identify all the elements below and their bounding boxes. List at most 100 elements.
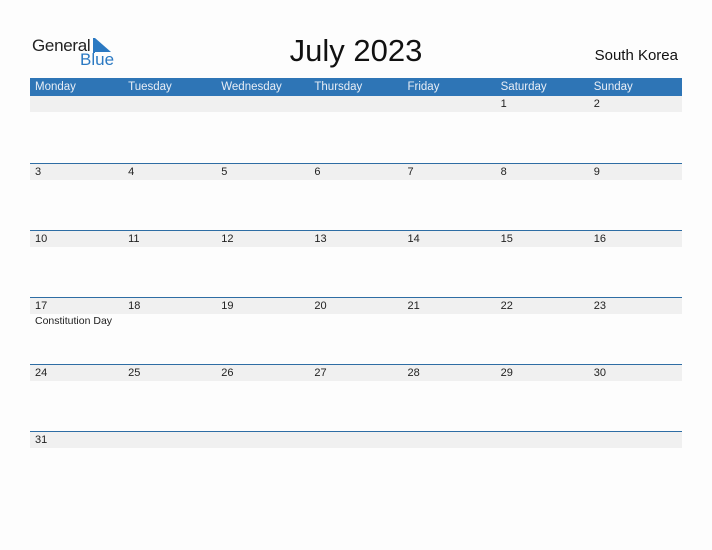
- weekday-sunday: Sunday: [593, 81, 633, 93]
- week-row: 31: [30, 431, 682, 498]
- week-row: 12: [30, 96, 682, 163]
- day-number: 5: [221, 166, 228, 178]
- day-number: 6: [314, 166, 321, 178]
- day-number: 21: [407, 300, 420, 312]
- weekday-header: Monday Tuesday Wednesday Thursday Friday Satu…: [30, 78, 682, 96]
- day-number: 26: [221, 367, 234, 379]
- day-number: [123, 432, 216, 448]
- holiday-label: [216, 112, 309, 113]
- day-number: 12: [221, 233, 234, 245]
- day-number: 8: [500, 166, 507, 178]
- day-number: 18: [128, 300, 141, 312]
- day-number: 28: [407, 367, 420, 379]
- day-number: 1: [500, 98, 507, 110]
- day-number: 17: [35, 300, 48, 312]
- holiday-label: [403, 381, 496, 382]
- holiday-label: [309, 448, 402, 449]
- day-number: [123, 96, 216, 112]
- day-number: [309, 96, 402, 112]
- holiday-label: [216, 180, 309, 181]
- events-row: [30, 180, 682, 181]
- week-row: 17 18 19 20 21 22 23 Constitution Day: [30, 297, 682, 364]
- events-row: [30, 448, 682, 449]
- holiday-label: [30, 381, 123, 382]
- holiday-label: [30, 448, 123, 449]
- holiday-label: [496, 381, 589, 382]
- holiday-label: [309, 247, 402, 248]
- holiday-label: [403, 314, 496, 327]
- day-number: 13: [314, 233, 327, 245]
- day-number: 10: [35, 233, 48, 245]
- day-number: 23: [593, 300, 606, 312]
- day-number: 7: [407, 166, 414, 178]
- day-number: 27: [314, 367, 327, 379]
- events-row: [30, 381, 682, 382]
- holiday-label: [589, 381, 682, 382]
- day-number: 20: [314, 300, 327, 312]
- day-number: 24: [35, 367, 48, 379]
- holiday-label: [309, 180, 402, 181]
- day-number: 22: [500, 300, 513, 312]
- events-row: [30, 112, 682, 113]
- day-number: 19: [221, 300, 234, 312]
- day-number: [403, 432, 496, 448]
- holiday-label: [403, 247, 496, 248]
- day-number: 29: [500, 367, 513, 379]
- holiday-label: [123, 448, 216, 449]
- day-number: 14: [407, 233, 420, 245]
- day-number: 30: [593, 367, 606, 379]
- holiday-label: [123, 381, 216, 382]
- day-number: [216, 96, 309, 112]
- holiday-label: [123, 247, 216, 248]
- holiday-label: [216, 448, 309, 449]
- holiday-label: [403, 448, 496, 449]
- holiday-label: [216, 247, 309, 248]
- calendar-grid: Monday Tuesday Wednesday Thursday Friday Satu…: [30, 78, 682, 498]
- country-label: South Korea: [594, 47, 678, 64]
- weekday-thursday: Thursday: [314, 81, 363, 93]
- holiday-label: [496, 247, 589, 248]
- date-strip: 31: [30, 431, 682, 448]
- holiday-label: Constitution Day: [35, 315, 113, 327]
- holiday-label: [403, 180, 496, 181]
- date-strip: 24 25 26 27 28 29 30: [30, 364, 682, 381]
- day-number: 31: [35, 434, 48, 446]
- holiday-label: [123, 180, 216, 181]
- weekday-wednesday: Wednesday: [221, 81, 282, 93]
- holiday-label: [309, 314, 402, 327]
- weekday-tuesday: Tuesday: [128, 81, 172, 93]
- holiday-label: [216, 381, 309, 382]
- holiday-label: [589, 448, 682, 449]
- date-strip: 17 18 19 20 21 22 23: [30, 297, 682, 314]
- day-number: 2: [593, 98, 600, 110]
- day-number: [216, 432, 309, 448]
- day-number: 25: [128, 367, 141, 379]
- day-number: [496, 432, 589, 448]
- date-strip: 10 11 12 13 14 15 16: [30, 230, 682, 247]
- week-row: 24 25 26 27 28 29 30: [30, 364, 682, 431]
- day-number: [309, 432, 402, 448]
- day-number: 4: [128, 166, 135, 178]
- events-row: Constitution Day: [30, 314, 682, 327]
- weekday-monday: Monday: [35, 81, 76, 93]
- weekday-friday: Friday: [407, 81, 440, 93]
- holiday-label: [496, 314, 589, 327]
- holiday-label: [309, 112, 402, 113]
- holiday-label: [589, 180, 682, 181]
- date-strip: 12: [30, 96, 682, 112]
- holiday-label: [496, 448, 589, 449]
- day-number: [403, 96, 496, 112]
- day-number: 15: [500, 233, 513, 245]
- holiday-label: [496, 180, 589, 181]
- holiday-label: [496, 112, 589, 113]
- weekday-saturday: Saturday: [500, 81, 547, 93]
- holiday-label: [589, 247, 682, 248]
- holiday-label: [309, 381, 402, 382]
- holiday-label: [30, 180, 123, 181]
- day-number: 16: [593, 233, 606, 245]
- week-row: 10 11 12 13 14 15 16: [30, 230, 682, 297]
- holiday-label: [403, 112, 496, 113]
- holiday-label: [30, 247, 123, 248]
- day-number: 9: [593, 166, 600, 178]
- day-number: 11: [128, 233, 140, 245]
